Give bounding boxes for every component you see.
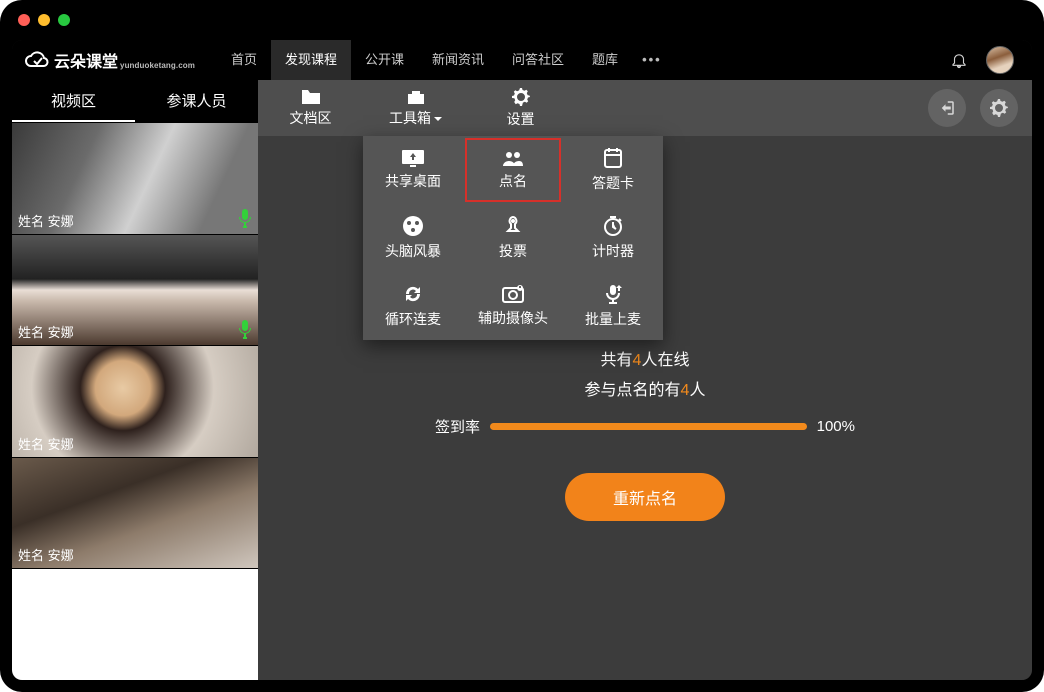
tool-docs[interactable]: 文档区 [258, 80, 363, 136]
video-sidebar: 视频区 参课人员 姓名 安娜 姓名 安娜 [12, 80, 258, 680]
brand-logo[interactable]: 云朵课堂 yunduoketang.com [24, 48, 195, 72]
app-window: 云朵课堂 yunduoketang.com 首页 发现课程 公开课 新闻资讯 问… [0, 0, 1044, 692]
exit-button[interactable] [928, 89, 966, 127]
brand-name: 云朵课堂 [54, 48, 118, 72]
gear-icon [989, 98, 1009, 118]
checkin-rate-row: 签到率 100% [435, 416, 855, 437]
participated-line: 参与点名的有4人 [585, 376, 706, 400]
nav-home[interactable]: 首页 [217, 40, 271, 80]
video-name: 姓名 安娜 [12, 318, 84, 345]
video-tile[interactable]: 姓名 安娜 [12, 234, 258, 346]
menu-loop-mic[interactable]: 循环连麦 [363, 272, 463, 340]
rate-percent: 100% [817, 418, 855, 435]
user-avatar[interactable] [986, 46, 1014, 74]
brainstorm-icon [402, 215, 424, 237]
content-area: 文档区 工具箱 设置 [258, 80, 1032, 680]
tab-people[interactable]: 参课人员 [135, 80, 258, 122]
toolbox-dropdown: 共享桌面 点名 答题卡 头脑风暴 [363, 136, 663, 340]
menu-timer[interactable]: 计时器 [563, 204, 663, 272]
mic-icon[interactable] [238, 319, 252, 339]
close-button[interactable] [18, 14, 30, 26]
video-name: 姓名 安娜 [12, 541, 84, 568]
sidebar-tabs: 视频区 参课人员 [12, 80, 258, 122]
online-count-line: 共有4人在线 [601, 346, 690, 370]
video-tile-blank [12, 568, 258, 680]
rate-bar [490, 423, 807, 430]
nav-qa[interactable]: 问答社区 [498, 40, 578, 80]
video-name: 姓名 安娜 [12, 430, 84, 457]
nav-news[interactable]: 新闻资讯 [418, 40, 498, 80]
menu-vote[interactable]: 投票 [463, 204, 563, 272]
calendar-icon [603, 147, 623, 169]
menu-answer-card[interactable]: 答题卡 [563, 136, 663, 204]
zoom-button[interactable] [58, 14, 70, 26]
tool-toolbox[interactable]: 工具箱 [363, 80, 468, 136]
mic-up-icon [603, 283, 623, 305]
minimize-button[interactable] [38, 14, 50, 26]
video-list: 姓名 安娜 姓名 安娜 姓名 安娜 [12, 122, 258, 680]
loop-icon [402, 283, 424, 305]
camera-icon [501, 284, 525, 304]
bell-icon[interactable] [950, 51, 968, 69]
nav-more-icon[interactable]: ••• [632, 40, 672, 80]
top-nav: 云朵课堂 yunduoketang.com 首页 发现课程 公开课 新闻资讯 问… [12, 40, 1032, 80]
menu-roll-call[interactable]: 点名 [463, 136, 563, 204]
top-nav-right [950, 46, 1020, 74]
mic-icon[interactable] [238, 208, 252, 228]
folder-icon [300, 88, 322, 106]
video-name: 姓名 安娜 [12, 207, 84, 234]
tool-settings[interactable]: 设置 [468, 80, 573, 136]
settings-button[interactable] [980, 89, 1018, 127]
video-tile[interactable]: 姓名 安娜 [12, 457, 258, 569]
nav-discover[interactable]: 发现课程 [271, 40, 351, 80]
people-icon [501, 149, 525, 167]
timer-icon [602, 215, 624, 237]
menu-share-desktop[interactable]: 共享桌面 [363, 136, 463, 204]
menu-aux-camera[interactable]: 辅助摄像头 [463, 272, 563, 340]
toolbox-icon [405, 88, 427, 106]
gear-icon [511, 87, 531, 107]
toolbar: 文档区 工具箱 设置 [258, 80, 1032, 136]
cloud-icon [24, 49, 50, 71]
brand-sub: yunduoketang.com [120, 61, 195, 70]
exit-icon [938, 99, 956, 117]
rate-label: 签到率 [435, 416, 480, 437]
nav-bank[interactable]: 题库 [578, 40, 632, 80]
redo-rollcall-button[interactable]: 重新点名 [565, 473, 725, 521]
nav-open[interactable]: 公开课 [351, 40, 418, 80]
menu-brainstorm[interactable]: 头脑风暴 [363, 204, 463, 272]
window-controls [18, 14, 70, 26]
video-tile[interactable]: 姓名 安娜 [12, 345, 258, 457]
menu-batch-mic[interactable]: 批量上麦 [563, 272, 663, 340]
main-body: 视频区 参课人员 姓名 安娜 姓名 安娜 [12, 80, 1032, 680]
tab-video[interactable]: 视频区 [12, 80, 135, 122]
vote-icon [502, 215, 524, 237]
app-inner: 云朵课堂 yunduoketang.com 首页 发现课程 公开课 新闻资讯 问… [12, 40, 1032, 680]
nav-links: 首页 发现课程 公开课 新闻资讯 问答社区 题库 ••• [217, 40, 672, 80]
screen-share-icon [401, 149, 425, 167]
video-tile[interactable]: 姓名 安娜 [12, 122, 258, 234]
